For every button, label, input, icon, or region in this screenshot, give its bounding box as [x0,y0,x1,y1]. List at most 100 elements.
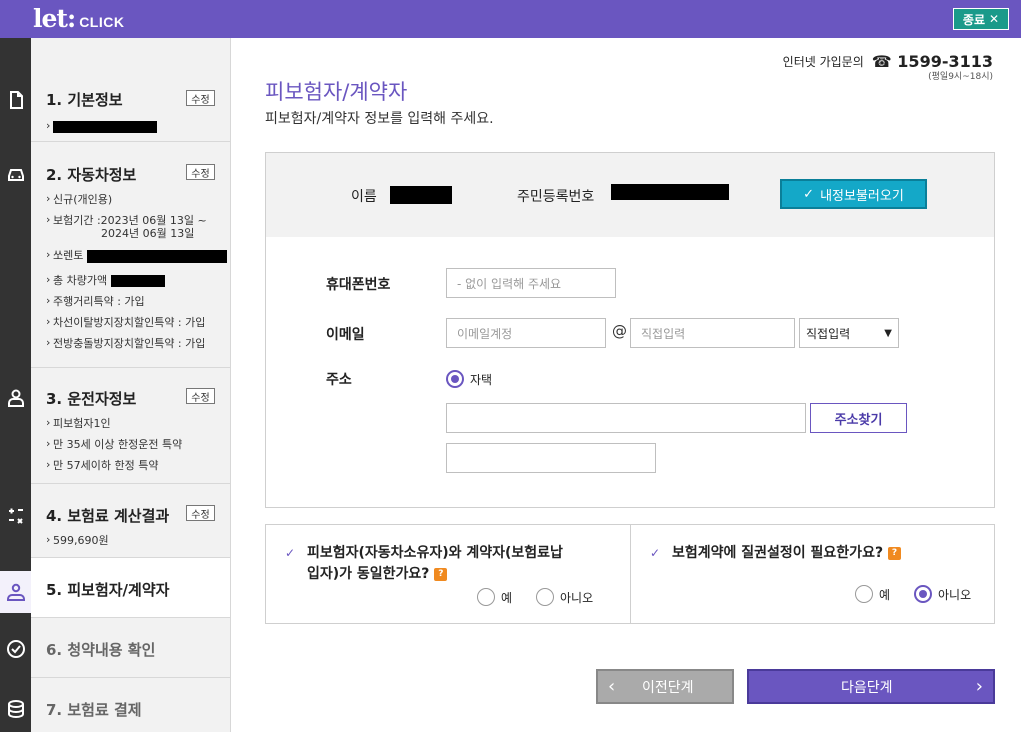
applicant-form: 이름 주민등록번호 ✓ 내정보불러오기 휴대폰번호 - 없이 입력해 주세요 이… [265,152,995,508]
sidebar-section-driver[interactable]: 3. 운전자정보 수정 피보험자1인 만 35세 이상 한정운전 특약 만 57… [31,368,230,484]
edit-button-basic[interactable]: 수정 [186,90,215,106]
radio-selected-icon [914,585,932,603]
help-icon[interactable]: ? [434,567,448,581]
radio-icon [855,585,873,603]
sidebar-list-driver: 피보험자1인 만 35세 이상 한정운전 특약 만 57세이하 한정 특약 [46,412,182,476]
sidebar-section-premium[interactable]: 4. 보험료 계산결과 수정 599,690원 [31,484,230,558]
icon-rail [0,38,31,732]
check-icon: ✓ [803,186,815,202]
redacted-block [86,249,227,263]
q2-no-radio[interactable]: 아니오 [914,585,971,603]
sidebar-title-insured: 5. 피보험자/계약자 [46,581,170,599]
q1-no-radio[interactable]: 아니오 [536,588,593,606]
prev-step-label: 이전단계 [642,679,694,696]
list-item: 피보험자1인 [46,412,182,434]
email-label: 이메일 [326,327,365,343]
close-label: 종료 [962,12,986,27]
address-detail-input[interactable] [446,443,656,473]
sidebar-section-payment[interactable]: 7. 보험료 결제 [31,678,230,732]
redacted-name [390,186,452,204]
phone-label: 휴대폰번호 [326,277,391,293]
edit-button-premium[interactable]: 수정 [186,505,215,521]
list-item: 신규(개인용) [46,188,227,210]
sidebar-list-premium: 599,690원 [46,529,109,551]
sidebar-section-car[interactable]: 2. 자동차정보 수정 신규(개인용) 보험기간 :2023년 06월 13일 … [31,142,230,368]
load-my-info-button[interactable]: ✓ 내정보불러오기 [780,179,927,209]
calculator-icon[interactable] [0,506,31,526]
coin-stack-icon[interactable] [0,699,31,719]
sidebar-section-confirm[interactable]: 6. 청약내용 확인 [31,618,230,678]
chevron-left-icon: ‹ [608,676,616,697]
sidebar: 1. 기본정보 수정 2. 자동차정보 수정 신규(개인용) 보험기간 :202… [31,38,231,732]
car-icon[interactable] [0,164,31,184]
sidebar-title-driver: 3. 운전자정보 [46,390,137,408]
sidebar-title-payment: 7. 보험료 결제 [46,701,142,719]
sidebar-title-car: 2. 자동차정보 [46,166,137,184]
phone-input[interactable]: - 없이 입력해 주세요 [446,268,616,298]
radio-selected-icon [446,370,464,388]
sidebar-list-basic [46,115,157,137]
chevron-down-icon: ▼ [884,327,892,339]
address-search-button[interactable]: 주소찾기 [810,403,907,433]
email-domain-input[interactable]: 직접입력 [630,318,795,348]
divider [630,525,631,623]
page-subtitle: 피보험자/계약자 정보를 입력해 주세요. [265,111,494,127]
email-id-input[interactable]: 이메일계정 [446,318,606,348]
address-type-label: 자택 [470,372,493,387]
page-title: 피보험자/계약자 [265,80,408,104]
question-same-person: ✓ 피보험자(자동차소유자)와 계약자(보험료납 입자)가 동일한가요? ? [285,545,563,582]
list-item: 만 57세이하 한정 특약 [46,454,182,476]
sidebar-title-basic: 1. 기본정보 [46,91,123,109]
radio-icon [536,588,554,606]
logo: let: CLICK [33,4,124,33]
list-item: 총 차량가액 [46,269,227,291]
check-icon: ✓ [650,546,661,560]
check-circle-icon[interactable] [0,639,31,659]
list-item [46,115,157,137]
email-at-sign: @ [612,322,627,340]
list-item: 전방충돌방지장치할인특약 : 가입 [46,332,227,354]
contact-info: 인터넷 가입문의 ☎ 1599-3113 (평일9시~18시) [783,52,993,82]
sidebar-list-car: 신규(개인용) 보험기간 :2023년 06월 13일 ~2024년 06월 1… [46,188,227,354]
list-item: 599,690원 [46,529,109,551]
document-icon[interactable] [0,90,31,110]
check-icon: ✓ [285,546,296,560]
q1-yes-radio[interactable]: 예 [477,588,512,606]
address-type-radio[interactable]: 자택 [446,370,492,388]
sidebar-title-confirm: 6. 청약내용 확인 [46,641,156,659]
redacted-rrn [611,184,729,200]
name-label: 이름 [351,189,377,205]
top-bar: let: CLICK 종료 ✕ [0,0,1021,38]
insured-icon[interactable] [0,571,31,613]
sidebar-section-basic[interactable]: 1. 기본정보 수정 [31,38,230,142]
driver-icon[interactable] [0,388,31,408]
close-icon: ✕ [989,12,1000,26]
help-icon[interactable]: ? [887,546,901,560]
list-item: 쏘렌토 [46,244,227,266]
q2-yes-radio[interactable]: 예 [855,585,890,603]
email-domain-select[interactable]: 직접입력 ▼ [799,318,899,348]
list-item: 보험기간 :2023년 06월 13일 ~2024년 06월 13일 [46,209,227,241]
email-domain-select-value: 직접입력 [806,326,851,341]
prev-step-button[interactable]: ‹ 이전단계 [596,669,734,704]
phone-icon: ☎ [871,52,892,71]
edit-button-car[interactable]: 수정 [186,164,215,180]
contact-label: 인터넷 가입문의 [782,55,864,69]
sidebar-title-premium: 4. 보험료 계산결과 [46,507,170,525]
logo-click: CLICK [79,14,125,30]
address-input[interactable] [446,403,806,433]
redacted-block [53,121,157,133]
questions-box: ✓ 피보험자(자동차소유자)와 계약자(보험료납 입자)가 동일한가요? ? 예… [265,524,995,624]
address-label: 주소 [326,372,352,388]
radio-icon [477,588,495,606]
list-item: 차선이탈방지장치할인특약 : 가입 [46,311,227,333]
logo-let: let: [33,4,76,33]
redacted-block [110,275,165,287]
load-my-info-label: 내정보불러오기 [820,188,904,204]
list-item: 주행거리특약 : 가입 [46,290,227,312]
next-step-button[interactable]: 다음단계 › [747,669,995,704]
edit-button-driver[interactable]: 수정 [186,388,215,404]
sidebar-section-insured[interactable]: 5. 피보험자/계약자 [31,558,230,618]
close-button[interactable]: 종료 ✕ [953,8,1009,30]
question-pledge: ✓ 보험계약에 질권설정이 필요한가요? ? [650,543,901,564]
